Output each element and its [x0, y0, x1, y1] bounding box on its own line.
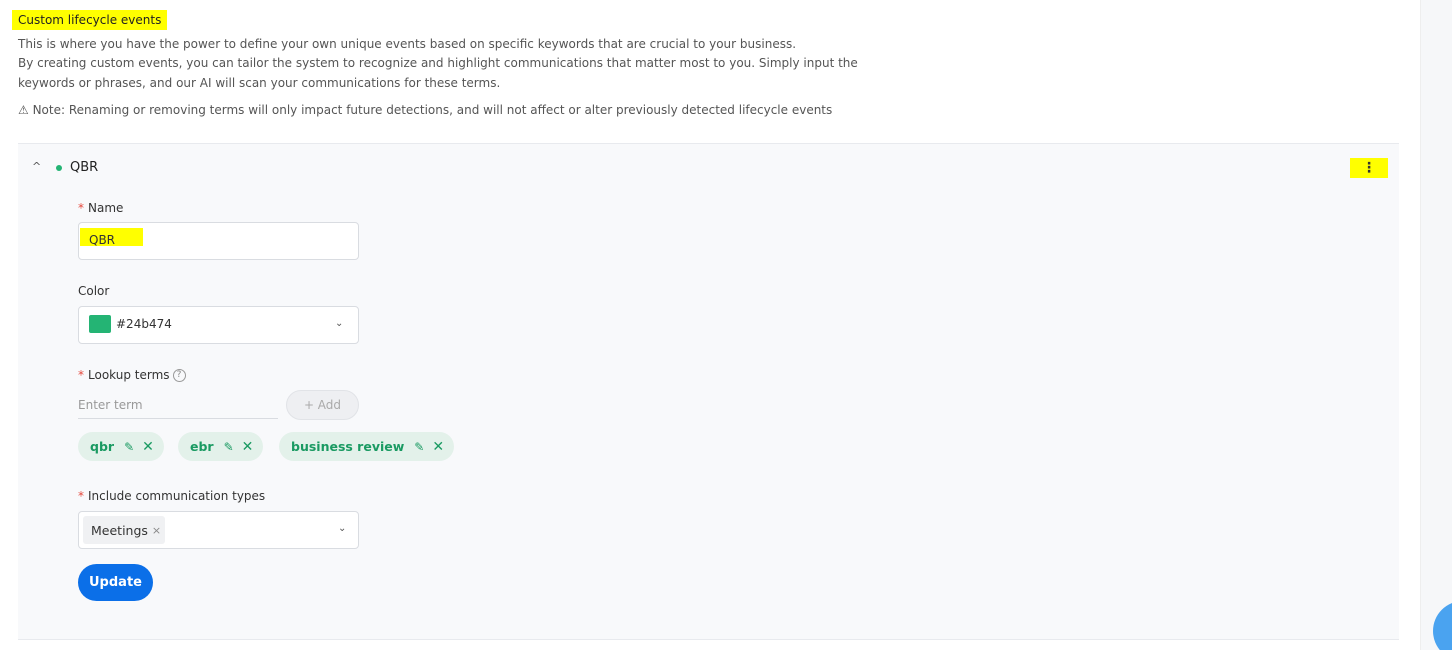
close-icon[interactable]: ✕ [432, 439, 444, 455]
color-label: Color [78, 284, 110, 298]
edit-icon[interactable]: ✎ [124, 440, 134, 454]
close-icon[interactable]: ✕ [142, 439, 154, 455]
name-input-value[interactable]: QBR [80, 228, 143, 247]
communication-types-label-text: Include communication types [88, 489, 266, 503]
add-term-button[interactable]: + Add [286, 390, 359, 420]
term-chip-label: business review [291, 439, 405, 454]
term-chip: business review ✎ ✕ [279, 432, 455, 461]
required-marker: * [78, 489, 84, 503]
communication-types-label: * Include communication types [78, 487, 265, 505]
help-icon[interactable]: ? [172, 369, 186, 382]
term-input[interactable] [78, 391, 278, 419]
more-options-icon[interactable]: ⋮ [1350, 158, 1388, 178]
required-marker: * [78, 201, 84, 215]
term-chip: qbr ✎ ✕ [78, 432, 164, 461]
lookup-terms-label-text: Lookup terms [88, 368, 170, 382]
section-title: Custom lifecycle events [12, 10, 168, 30]
section-description-line-3: keywords or phrases, and our AI will sca… [18, 76, 501, 90]
right-sidebar-rail [1420, 0, 1452, 650]
event-color-dot [56, 165, 62, 171]
close-icon[interactable]: ✕ [242, 439, 254, 455]
edit-icon[interactable]: ✎ [414, 440, 424, 454]
communication-type-tag-label: Meetings [91, 522, 148, 538]
collapse-chevron-icon[interactable]: ^ [32, 160, 41, 173]
lookup-terms-label: * Lookup terms? [78, 366, 186, 384]
event-title: QBR [70, 160, 99, 175]
required-marker: * [78, 368, 84, 382]
update-button[interactable]: Update [78, 564, 153, 601]
name-label: * Name [78, 199, 123, 217]
section-description-line-1: This is where you have the power to defi… [18, 37, 797, 51]
color-select-value: #24b474 [116, 317, 172, 331]
term-chip-label: qbr [90, 439, 115, 454]
edit-icon[interactable]: ✎ [224, 440, 234, 454]
term-chip-label: ebr [190, 439, 214, 454]
chevron-down-icon[interactable]: ⌄ [338, 523, 346, 534]
close-icon[interactable]: × [152, 524, 161, 537]
chevron-down-icon[interactable]: ⌄ [335, 318, 343, 329]
name-label-text: Name [88, 201, 124, 215]
section-note: ⚠ Note: Renaming or removing terms will … [18, 103, 833, 117]
section-description-line-2: By creating custom events, you can tailo… [18, 56, 858, 70]
color-swatch [89, 315, 111, 333]
communication-type-tag: Meetings × [83, 516, 165, 544]
term-chip: ebr ✎ ✕ [178, 432, 264, 461]
